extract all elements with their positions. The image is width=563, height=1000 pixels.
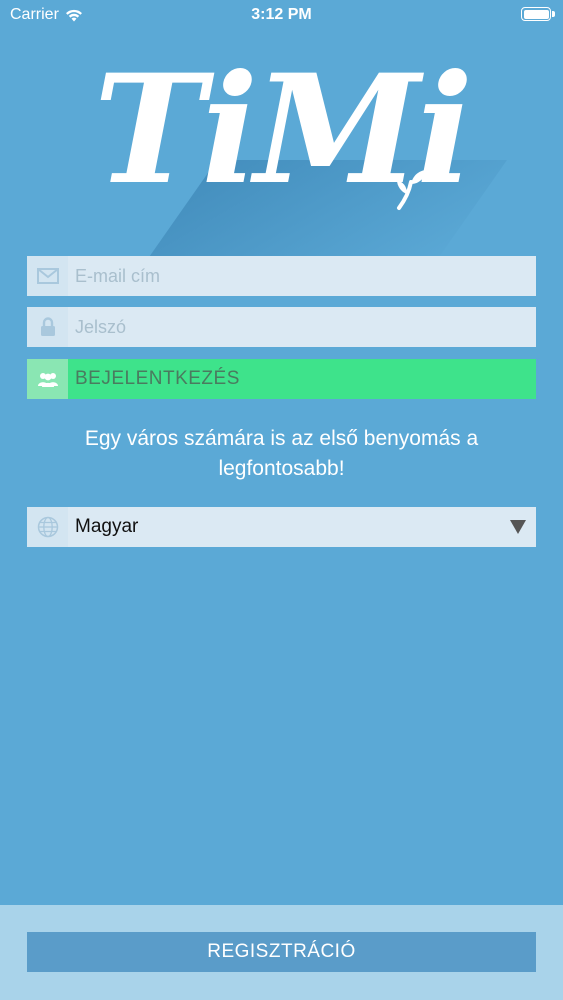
language-select[interactable]: Magyar: [27, 507, 536, 547]
email-icon-box: [27, 256, 68, 296]
password-input[interactable]: [75, 307, 536, 347]
envelope-icon: [36, 268, 59, 284]
lock-icon: [40, 317, 55, 336]
status-bar: Carrier 3:12 PM: [0, 0, 563, 30]
login-icon-box: [27, 359, 68, 399]
login-button-label: BEJELENTKEZÉS: [75, 368, 240, 389]
logo-text: TiMi: [93, 42, 474, 218]
password-field[interactable]: [27, 307, 536, 347]
users-icon: [37, 373, 58, 387]
login-button[interactable]: BEJELENTKEZÉS: [27, 359, 536, 399]
password-icon-box: [27, 307, 68, 347]
language-icon-box: [27, 507, 68, 547]
footer: REGISZTRÁCIÓ: [0, 905, 563, 1000]
dropdown-arrow-icon[interactable]: [510, 520, 526, 534]
tagline: Egy város számára is az első benyomás a …: [84, 427, 479, 480]
battery-icon: [521, 7, 555, 21]
email-field[interactable]: [27, 256, 536, 296]
language-selected-value: Magyar: [75, 516, 139, 537]
globe-icon: [37, 516, 58, 538]
leaf-icon: [397, 170, 427, 210]
app-logo: TiMi: [0, 40, 563, 280]
register-button[interactable]: REGISZTRÁCIÓ: [27, 932, 536, 972]
email-input[interactable]: [75, 256, 536, 296]
status-time: 3:12 PM: [251, 6, 312, 23]
